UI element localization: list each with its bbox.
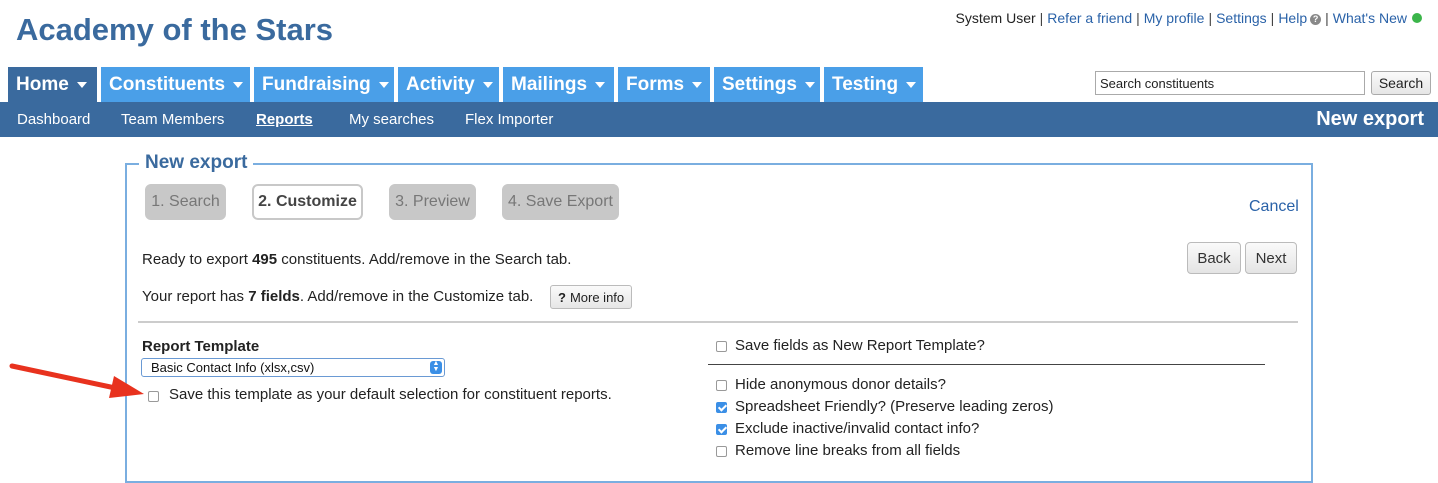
step-preview[interactable]: 3. Preview bbox=[389, 184, 476, 220]
search-button[interactable]: Search bbox=[1371, 71, 1431, 95]
panel-legend: New export bbox=[139, 152, 254, 174]
help-link-label: Help bbox=[1278, 10, 1308, 26]
whats-new-link[interactable]: What's New bbox=[1333, 10, 1407, 26]
back-button[interactable]: Back bbox=[1187, 242, 1241, 274]
more-info-label: More info bbox=[569, 289, 625, 305]
main-tab-settings[interactable]: Settings bbox=[714, 67, 820, 102]
main-tab-label: Fundraising bbox=[262, 73, 371, 95]
main-tab-label: Mailings bbox=[511, 73, 588, 95]
link-separator: | bbox=[1325, 10, 1329, 26]
main-tab-activity[interactable]: Activity bbox=[398, 67, 499, 102]
field-count-prefix: Your report has bbox=[142, 288, 249, 305]
report-template-select[interactable]: Basic Contact Info (xlsx,csv) ▲ ▼ bbox=[141, 358, 445, 377]
subnav-my-searches[interactable]: My searches bbox=[349, 102, 434, 137]
section-divider bbox=[138, 321, 1298, 323]
main-tab-constituents[interactable]: Constituents bbox=[101, 67, 250, 102]
export-count-prefix: Ready to export bbox=[142, 251, 253, 268]
exclude-inactive-label: Exclude inactive/invalid contact info? bbox=[735, 420, 980, 437]
step-save-export[interactable]: 4. Save Export bbox=[502, 184, 619, 220]
settings-link[interactable]: Settings bbox=[1216, 10, 1267, 26]
main-tab-mailings[interactable]: Mailings bbox=[503, 67, 614, 102]
help-icon: ? bbox=[1310, 13, 1322, 25]
main-tab-forms[interactable]: Forms bbox=[618, 67, 710, 102]
more-info-button[interactable]: ? More info bbox=[550, 285, 633, 309]
caret-down-icon bbox=[76, 81, 87, 88]
export-count-text: Ready to export 495 constituents. Add/re… bbox=[142, 251, 571, 268]
app-title: Academy of the Stars bbox=[16, 12, 333, 47]
caret-down-icon bbox=[906, 81, 917, 88]
status-dot-icon bbox=[1412, 13, 1422, 23]
save-template-label: Save fields as New Report Template? bbox=[735, 337, 985, 354]
subnav-reports[interactable]: Reports bbox=[256, 102, 313, 137]
main-tab-label: Forms bbox=[626, 73, 685, 95]
page-title: New export bbox=[1316, 108, 1424, 130]
default-template-checkbox[interactable] bbox=[148, 391, 159, 402]
main-tab-testing[interactable]: Testing bbox=[824, 67, 923, 102]
top-links: System User | Refer a friend | My profil… bbox=[956, 10, 1422, 26]
next-button[interactable]: Next bbox=[1245, 242, 1297, 274]
exclude-inactive-checkbox[interactable] bbox=[716, 424, 727, 435]
main-tab-label: Testing bbox=[832, 73, 899, 95]
subnav-flex-importer[interactable]: Flex Importer bbox=[465, 102, 553, 137]
step-customize[interactable]: 2. Customize bbox=[252, 184, 363, 220]
link-separator: | bbox=[1039, 10, 1044, 26]
caret-down-icon bbox=[804, 81, 815, 88]
annotation-arrow-icon bbox=[9, 363, 144, 398]
remove-line-breaks-checkbox[interactable] bbox=[716, 446, 727, 457]
report-template-label: Report Template bbox=[142, 338, 260, 355]
cancel-link[interactable]: Cancel bbox=[1249, 198, 1299, 216]
hide-anonymous-label: Hide anonymous donor details? bbox=[735, 376, 946, 393]
sub-nav: Dashboard Team Members Reports My search… bbox=[0, 102, 1438, 137]
link-separator: | bbox=[1270, 10, 1275, 26]
export-count-suffix: constituents. Add/remove in the Search t… bbox=[277, 251, 572, 268]
main-tab-label: Activity bbox=[406, 73, 475, 95]
save-template-checkbox[interactable] bbox=[716, 341, 727, 352]
main-tab-label: Constituents bbox=[109, 73, 226, 95]
field-count: 7 fields bbox=[248, 288, 300, 305]
step-search[interactable]: 1. Search bbox=[145, 184, 226, 220]
help-link[interactable]: Help? bbox=[1278, 10, 1322, 26]
subnav-dashboard[interactable]: Dashboard bbox=[17, 102, 90, 137]
report-template-value: Basic Contact Info (xlsx,csv) bbox=[151, 360, 315, 375]
default-template-label: Save this template as your default selec… bbox=[169, 386, 612, 403]
caret-down-icon bbox=[692, 81, 703, 88]
refer-a-friend-link[interactable]: Refer a friend bbox=[1047, 10, 1132, 26]
remove-line-breaks-label: Remove line breaks from all fields bbox=[735, 442, 961, 459]
subnav-team-members[interactable]: Team Members bbox=[121, 102, 224, 137]
main-tab-label: Home bbox=[16, 73, 69, 95]
spreadsheet-friendly-label: Spreadsheet Friendly? (Preserve leading … bbox=[735, 398, 1054, 415]
spreadsheet-friendly-checkbox[interactable] bbox=[716, 402, 727, 413]
select-arrows-icon: ▲ ▼ bbox=[430, 360, 442, 374]
question-icon: ? bbox=[558, 289, 566, 305]
caret-down-icon bbox=[233, 81, 244, 88]
options-divider bbox=[708, 364, 1265, 365]
caret-down-icon bbox=[378, 81, 389, 88]
link-separator: | bbox=[1136, 10, 1140, 26]
current-user: System User bbox=[955, 10, 1036, 26]
caret-down-icon bbox=[595, 81, 606, 88]
main-tab-home[interactable]: Home bbox=[8, 67, 97, 102]
main-tab-label: Settings bbox=[722, 73, 797, 95]
main-tab-fundraising[interactable]: Fundraising bbox=[254, 67, 394, 102]
field-count-text: Your report has 7 fields. Add/remove in … bbox=[142, 288, 533, 305]
main-nav: Home Constituents Fundraising Activity M… bbox=[8, 67, 927, 102]
field-count-suffix: . Add/remove in the Customize tab. bbox=[299, 288, 534, 305]
export-count: 495 bbox=[252, 251, 278, 268]
caret-down-icon bbox=[482, 81, 493, 88]
hide-anonymous-checkbox[interactable] bbox=[716, 380, 727, 391]
search-constituents-input[interactable] bbox=[1095, 71, 1365, 95]
my-profile-link[interactable]: My profile bbox=[1144, 10, 1205, 26]
link-separator: | bbox=[1208, 10, 1213, 26]
